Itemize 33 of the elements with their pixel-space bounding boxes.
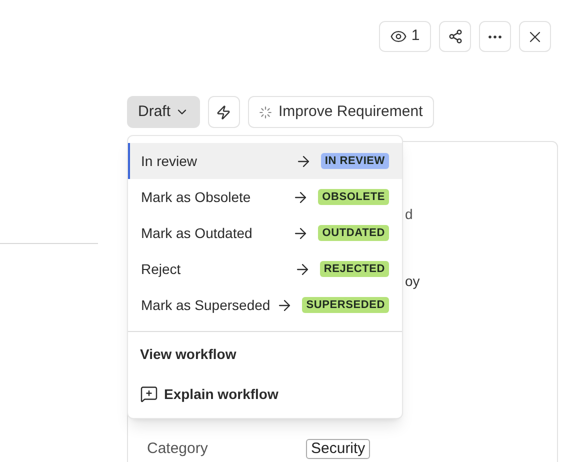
eye-icon <box>390 28 408 45</box>
menu-item[interactable]: Mark as Superseded SUPERSEDED <box>128 287 402 323</box>
view-workflow-item[interactable]: View workflow <box>128 334 402 374</box>
field-value: d <box>405 206 413 222</box>
lightning-icon <box>216 104 232 120</box>
status-badge: SUPERSEDED <box>302 297 389 313</box>
automation-button[interactable] <box>208 96 240 128</box>
field-label: Category <box>147 438 209 459</box>
status-badge: OBSOLETE <box>318 189 389 205</box>
chat-sparkle-icon <box>140 385 158 403</box>
status-badge: REJECTED <box>320 261 389 277</box>
tag: Security <box>306 439 370 459</box>
sparkle-icon <box>258 106 272 118</box>
menu-item-label: Mark as Superseded <box>141 296 272 315</box>
status-badge: IN REVIEW <box>320 153 389 169</box>
menu-item[interactable]: Reject REJECTED <box>128 251 402 287</box>
menu-item-label: Mark as Outdated <box>141 224 254 242</box>
menu-item-label: Mark as Obsolete <box>141 188 252 206</box>
share-button[interactable] <box>439 21 471 52</box>
status-badge: OUTDATED <box>318 225 389 241</box>
menu-item[interactable]: In review IN REVIEW <box>128 143 402 179</box>
field-value: oy <box>405 273 420 289</box>
viewers-button[interactable]: 1 <box>379 21 431 52</box>
menu-item[interactable]: Mark as Outdated OUTDATED <box>128 215 402 251</box>
more-icon <box>488 34 502 38</box>
menu-item-label: In review <box>141 152 198 170</box>
menu-item[interactable]: Mark as Obsolete OBSOLETE <box>128 179 402 215</box>
menu-item-label: Reject <box>141 260 182 279</box>
close-button[interactable] <box>519 21 551 52</box>
status-dropdown[interactable]: Draft <box>127 96 200 128</box>
explain-workflow-item[interactable]: Explain workflow <box>128 374 402 414</box>
improve-button[interactable]: Improve Requirement <box>248 96 434 128</box>
share-icon <box>448 29 462 44</box>
